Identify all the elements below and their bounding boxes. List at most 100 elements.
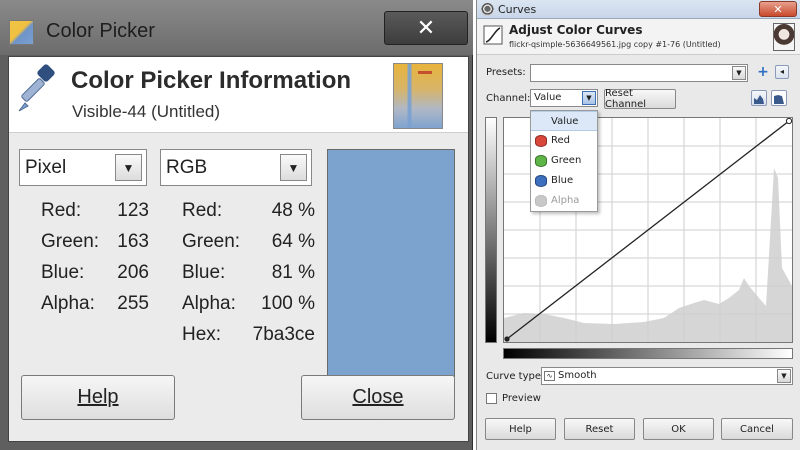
pixel-mode-select[interactable]: Pixel ▼ — [19, 149, 147, 186]
curves-header-title: Adjust Color Curves — [509, 23, 643, 37]
rgb-mode-value: RGB — [166, 157, 208, 178]
presets-label: Presets: — [486, 67, 526, 78]
color-swatch — [327, 149, 455, 377]
rgb-green-value: 64 % — [271, 231, 315, 252]
green-channel-icon — [535, 155, 547, 167]
preview-label: Preview — [502, 393, 541, 404]
color-picker-dialog-body: Color Picker Information Visible-44 (Unt… — [8, 56, 469, 442]
hex-label: Hex: — [182, 324, 222, 345]
smooth-curve-icon: ∿ — [544, 371, 555, 381]
pixel-row-alpha: Alpha: 255 — [41, 293, 149, 323]
close-window-button[interactable]: ✕ — [384, 11, 468, 45]
channel-option-label: Red — [551, 135, 570, 146]
red-channel-icon — [535, 135, 547, 147]
blue-channel-icon — [535, 175, 547, 187]
linear-histogram-icon[interactable] — [751, 90, 767, 106]
color-picker-header: Color Picker Information Visible-44 (Unt… — [9, 57, 468, 133]
pixel-alpha-label: Alpha: — [41, 293, 95, 314]
chevron-down-icon[interactable]: ▼ — [777, 369, 791, 383]
pixel-red-label: Red: — [41, 200, 82, 221]
reset-channel-button[interactable]: Reset Channel — [604, 88, 676, 110]
help-button[interactable]: Help — [485, 418, 556, 440]
pixel-row-green: Green: 163 — [41, 231, 149, 261]
rgb-red-value: 48 % — [271, 200, 315, 221]
pixel-blue-value: 206 — [117, 262, 149, 283]
rgb-alpha-label: Alpha: — [182, 293, 236, 314]
pixel-green-label: Green: — [41, 231, 100, 252]
presets-combo[interactable]: ▼ — [530, 64, 748, 82]
alpha-channel-icon — [535, 195, 547, 207]
cancel-button[interactable]: Cancel — [721, 418, 793, 440]
gimp-app-icon — [481, 3, 494, 16]
chevron-down-icon[interactable]: ▼ — [280, 154, 307, 181]
log-histogram-icon[interactable] — [771, 90, 787, 106]
add-preset-icon[interactable]: + — [755, 65, 771, 81]
input-gradient-bar — [503, 348, 793, 359]
rgb-alpha-value: 100 % — [261, 293, 315, 314]
color-picker-eyedropper-icon — [18, 64, 55, 112]
curve-point-end[interactable] — [785, 117, 793, 125]
reset-button[interactable]: Reset — [564, 418, 635, 440]
chevron-down-icon[interactable]: ▼ — [582, 91, 596, 105]
pixel-red-value: 123 — [117, 200, 149, 221]
color-picker-app-icon — [9, 20, 34, 45]
channel-dropdown-menu: Value Red Green Blue Alpha — [530, 110, 598, 212]
hex-value: 7ba3ce — [252, 324, 315, 345]
thumbnail-detail — [418, 71, 432, 74]
channel-option-red[interactable]: Red — [531, 131, 597, 151]
curve-type-label: Curve type: — [486, 371, 545, 382]
preview-checkbox[interactable] — [486, 393, 497, 404]
rgb-green-label: Green: — [182, 231, 241, 252]
curves-tool-icon — [483, 25, 503, 45]
image-thumbnail — [773, 23, 795, 51]
curves-header: Adjust Color Curves flickr-qsimple-56366… — [477, 19, 800, 55]
curves-window-title: Curves — [498, 3, 537, 16]
preset-menu-icon[interactable]: ◂ — [775, 65, 789, 79]
color-picker-titlebar[interactable]: Color Picker ✕ — [0, 0, 473, 55]
channel-label: Channel: — [486, 93, 531, 104]
rgb-blue-value: 81 % — [271, 262, 315, 283]
pixel-green-value: 163 — [117, 231, 149, 252]
channel-option-alpha: Alpha — [531, 191, 597, 211]
chevron-down-icon[interactable]: ▼ — [732, 66, 746, 80]
rgb-red-label: Red: — [182, 200, 223, 221]
color-picker-info-title: Color Picker Information — [71, 67, 352, 94]
channel-option-label: Green — [551, 155, 582, 166]
output-gradient-bar — [485, 117, 497, 343]
rgb-row-blue: Blue: 81 % — [182, 262, 315, 292]
rgb-row-hex: Hex: 7ba3ce — [182, 324, 315, 354]
channel-combo[interactable]: Value ▼ — [530, 89, 598, 107]
channel-value: Value — [534, 92, 562, 103]
curve-type-value: Smooth — [558, 370, 597, 381]
curves-window: Curves ✕ Adjust Color Curves flickr-qsim… — [476, 0, 800, 450]
help-button[interactable]: Help — [21, 375, 175, 420]
rgb-blue-label: Blue: — [182, 262, 226, 283]
color-picker-image-name: Visible-44 (Untitled) — [72, 102, 221, 121]
pixel-row-red: Red: 123 — [41, 200, 149, 230]
color-picker-window: Color Picker ✕ Color Picker Information … — [0, 0, 473, 450]
curve-point-start[interactable] — [504, 336, 510, 342]
curve-type-combo[interactable]: ∿ Smooth ▼ — [541, 367, 793, 385]
pixel-row-blue: Blue: 206 — [41, 262, 149, 292]
channel-option-label: Blue — [551, 175, 574, 186]
close-window-button[interactable]: ✕ — [759, 1, 797, 17]
rgb-row-red: Red: 48 % — [182, 200, 315, 230]
channel-option-blue[interactable]: Blue — [531, 171, 597, 191]
ok-button[interactable]: OK — [643, 418, 714, 440]
curves-image-name: flickr-qsimple-5636649561.jpg copy #1-76… — [509, 40, 721, 49]
channel-option-value[interactable]: Value — [531, 111, 597, 131]
pixel-blue-label: Blue: — [41, 262, 85, 283]
channel-option-green[interactable]: Green — [531, 151, 597, 171]
rgb-row-green: Green: 64 % — [182, 231, 315, 261]
rgb-row-alpha: Alpha: 100 % — [182, 293, 315, 323]
curves-titlebar[interactable]: Curves ✕ — [477, 0, 800, 19]
pixel-mode-value: Pixel — [25, 157, 67, 178]
color-picker-window-title: Color Picker — [46, 20, 155, 42]
rgb-mode-select[interactable]: RGB ▼ — [160, 149, 312, 186]
pixel-alpha-value: 255 — [117, 293, 149, 314]
close-button[interactable]: Close — [301, 375, 455, 420]
chevron-down-icon[interactable]: ▼ — [115, 154, 142, 181]
image-thumbnail — [393, 63, 443, 129]
channel-option-label: Value — [551, 116, 579, 127]
channel-option-label: Alpha — [551, 195, 580, 206]
